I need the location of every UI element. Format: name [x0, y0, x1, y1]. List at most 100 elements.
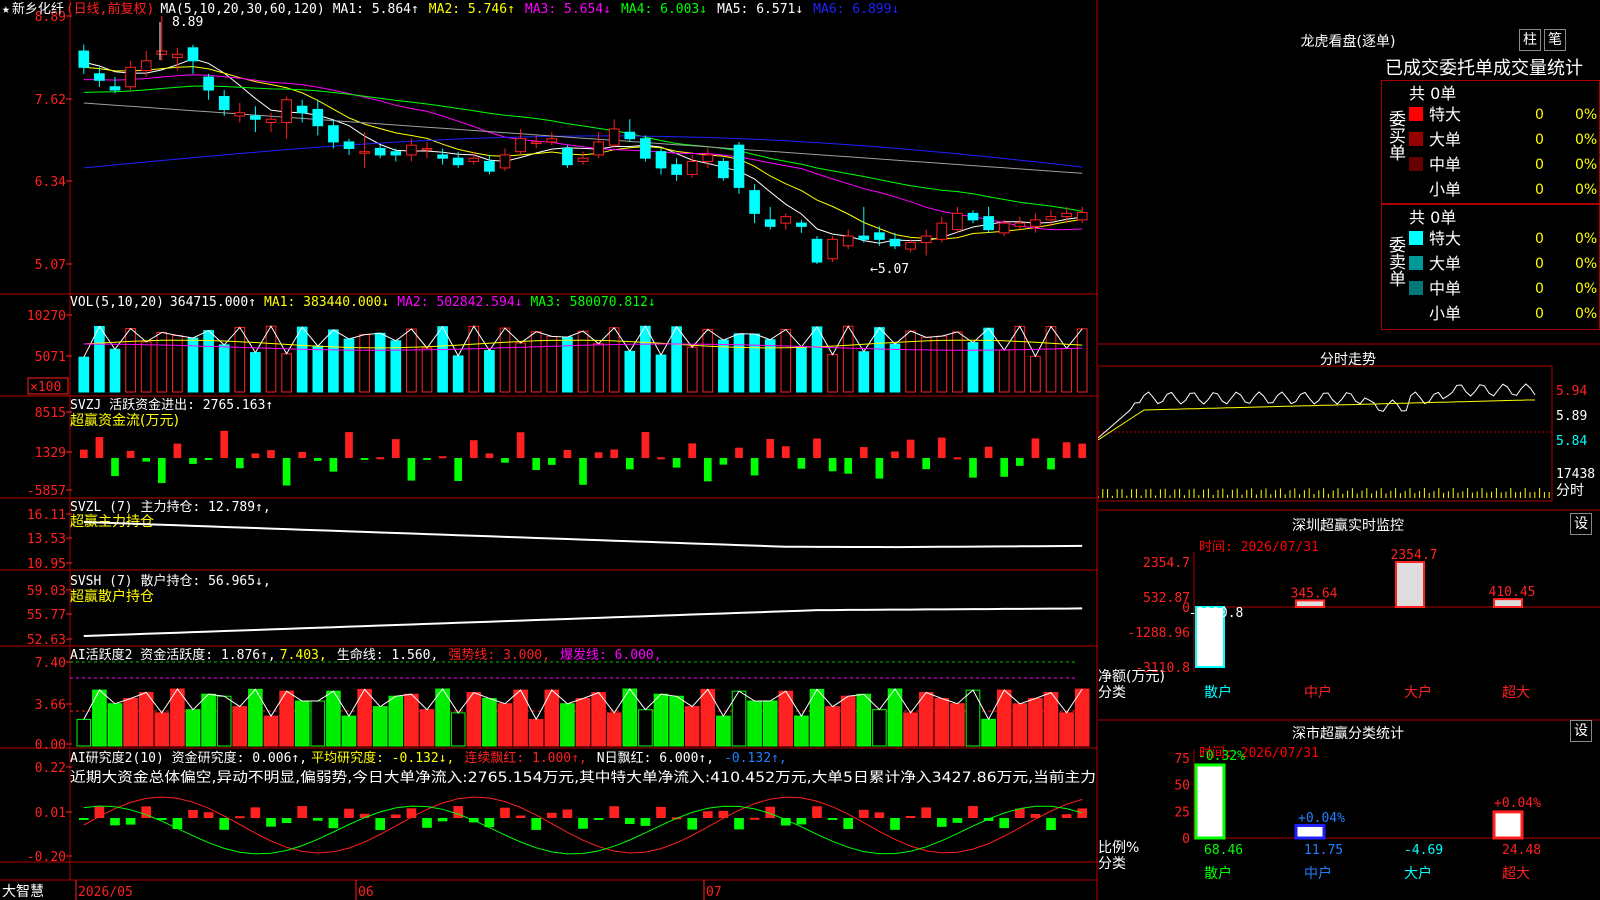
research-bar: [702, 811, 713, 818]
research-bar: [890, 818, 900, 830]
volume-bar: [749, 333, 760, 393]
intraday-chart[interactable]: 5.94 5.89 5.84 17438分时: [1098, 348, 1600, 508]
kline-chart-area[interactable]: 8.897.626.345.078.89←5.07★ 新乡化纤 (日线,前复权) MA…: [0, 0, 1098, 900]
classstat-category-label: 大户: [1404, 865, 1432, 882]
candle-body: [702, 154, 714, 162]
research-bar: [656, 806, 666, 818]
intraday-volume-label: 17438: [1556, 467, 1595, 482]
y-axis-label: 59.03: [27, 584, 66, 599]
fund-flow-bar: [454, 458, 463, 481]
fund-flow-bar: [953, 457, 962, 460]
volume-bar: [920, 336, 932, 393]
fund-flow-bar: [220, 430, 229, 458]
order-count: 0: [1535, 306, 1544, 322]
fund-flow-bar: [641, 431, 650, 458]
volume-bar: [218, 344, 230, 393]
indicator-header: 新乡化纤: [12, 1, 64, 17]
high-annotation: 8.89: [172, 15, 203, 30]
candle-body: [905, 242, 916, 250]
fund-flow-bar: [594, 452, 603, 458]
intraday-price-label: 5.84: [1556, 434, 1587, 449]
indicator-header: -0.132↑,: [724, 751, 787, 766]
volume-bar: [1076, 328, 1088, 393]
candle-body: [780, 216, 792, 224]
fund-flow-bar: [469, 440, 478, 458]
fund-flow-bar: [438, 456, 447, 459]
candle-body: [998, 222, 1010, 234]
volume-bar: [359, 334, 370, 393]
volume-bar: [671, 326, 682, 393]
classstat-class-label: 分类: [1098, 856, 1126, 872]
activity-bar: [918, 692, 934, 747]
research-bar: [500, 807, 510, 818]
fund-flow-bar: [719, 458, 728, 465]
volume-bar: [172, 335, 183, 393]
volume-bar: [780, 329, 792, 393]
order-row: 大单: [1409, 253, 1461, 275]
y-axis-label: -0.20: [27, 850, 66, 865]
research-bar: [344, 808, 354, 818]
fund-flow-bar: [969, 458, 977, 478]
activity-bar: [887, 688, 903, 747]
candle-body: [608, 128, 620, 146]
order-row: 中单: [1409, 154, 1461, 176]
volume-bar: [468, 325, 480, 393]
activity-bar: [170, 688, 185, 747]
classstat-bar-chart: 75 50 25 0 68.46 散户 11.75 中户 -4.69 大户 24.48 超大 -0.32…: [1098, 749, 1600, 882]
volume-bar: [1014, 325, 1026, 393]
activity-bar: [1028, 697, 1043, 747]
fund-flow-bar: [781, 446, 790, 458]
research-bar: [843, 818, 854, 829]
activity-bar: [76, 718, 92, 747]
activity-bar: [606, 712, 622, 747]
research-bar: [203, 812, 214, 818]
volume-bar: [515, 342, 526, 393]
indicator-header: 强势线: 3.000,: [448, 647, 550, 663]
fund-flow-bar: [345, 432, 353, 458]
intraday-tag: 分时: [1556, 483, 1584, 499]
candle-body: [1076, 211, 1088, 221]
volume-bar: [702, 328, 714, 393]
research-bar: [531, 818, 542, 830]
candle-body: [312, 108, 324, 127]
candle-body: [265, 118, 277, 123]
order-class-label: 小单: [1429, 180, 1462, 199]
volume-bar: [889, 343, 901, 393]
volume-bar: [328, 329, 339, 393]
volume-bar: [686, 346, 698, 393]
order-count: 0: [1535, 157, 1544, 173]
monitor-category-label: 超大: [1502, 685, 1530, 701]
candle-body: [1045, 216, 1057, 221]
fund-flow-bar: [688, 443, 697, 458]
activity-bar: [1012, 703, 1028, 747]
sell-rows: 特大 0 0% 大单 0 0% 中单 0 0% 小单 0 0%: [1405, 228, 1600, 328]
activity-bar: [216, 695, 232, 747]
volume-bar: [437, 326, 448, 393]
legend-swatch: [1409, 256, 1423, 270]
svsh-subtitle: 超赢散户持仓: [70, 588, 154, 605]
activity-bar: [497, 703, 513, 747]
activity-bar: [388, 695, 404, 747]
volume-bar: [250, 352, 261, 393]
fund-flow-bar: [204, 458, 213, 461]
volume-bar: [312, 345, 324, 393]
candle-body: [1014, 222, 1026, 227]
activity-bar: [107, 703, 123, 747]
net-amount-value: 410.45: [1489, 585, 1536, 600]
activity-bar: [1043, 692, 1059, 747]
dragon-tabs[interactable]: 已成交委托单成交量统计: [1385, 54, 1600, 80]
research-bar: [515, 815, 526, 818]
monitor-category-label: 散户: [1204, 684, 1232, 701]
y-axis-label: 13.53: [27, 532, 66, 547]
volume-bar: [1045, 326, 1057, 393]
candle-body: [983, 216, 994, 231]
date-label: 06: [358, 885, 374, 900]
activity-bar: [669, 695, 684, 747]
monitor-net-label: 净额(万元): [1098, 669, 1165, 685]
fund-flow-bar: [937, 437, 946, 458]
fund-flow-bar: [360, 458, 369, 461]
order-percent: 0%: [1575, 182, 1598, 198]
tick-mode-button[interactable]: 笔: [1544, 29, 1566, 51]
column-mode-button[interactable]: 柱: [1519, 29, 1541, 51]
candle-body: [109, 86, 121, 91]
